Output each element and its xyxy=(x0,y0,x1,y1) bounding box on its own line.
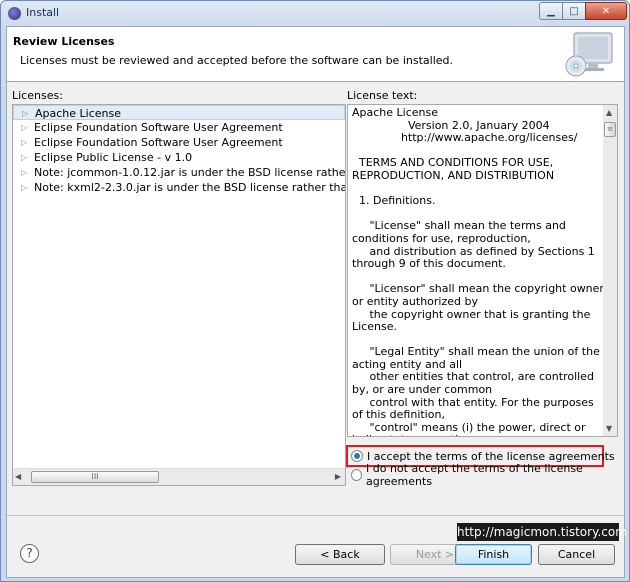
watermark-url: http://magicmon.tistory.com xyxy=(457,523,627,541)
license-tree-item[interactable]: ▷ Apache License xyxy=(13,105,345,120)
cancel-button[interactable]: Cancel xyxy=(538,544,615,565)
expand-triangle-icon[interactable]: ▷ xyxy=(21,135,27,150)
license-tree-item-label: Eclipse Foundation Software User Agreeme… xyxy=(34,121,283,134)
license-tree-item[interactable]: ▷ Eclipse Foundation Software User Agree… xyxy=(13,120,345,135)
license-tree-item[interactable]: ▷ Eclipse Foundation Software User Agree… xyxy=(13,135,345,150)
decline-radio-option[interactable]: I do not accept the terms of the license… xyxy=(351,462,624,488)
scroll-left-icon[interactable]: ◀ xyxy=(15,472,21,481)
license-tree[interactable]: ▷ Apache License ▷ Eclipse Foundation So… xyxy=(12,104,346,486)
licenses-label: Licenses: xyxy=(12,89,63,102)
page-title: Review Licenses xyxy=(13,35,115,48)
license-tree-item[interactable]: ▷ Note: jcommon-1.0.12.jar is under the … xyxy=(13,165,345,180)
eclipse-icon xyxy=(8,7,21,20)
scroll-down-icon[interactable]: ▼ xyxy=(606,424,612,433)
license-text-label: License text: xyxy=(347,89,418,102)
title-bar[interactable]: Install ▁ □ ✕ xyxy=(1,1,629,26)
license-tree-item[interactable]: ▷ Eclipse Public License - v 1.0 xyxy=(13,150,345,165)
maximize-button[interactable]: □ xyxy=(562,2,586,20)
close-button[interactable]: ✕ xyxy=(585,2,627,20)
license-tree-item-label: Note: jcommon-1.0.12.jar is under the BS… xyxy=(34,166,345,179)
maximize-icon: □ xyxy=(569,5,579,17)
scroll-up-icon[interactable]: ▲ xyxy=(606,108,612,117)
decline-radio[interactable] xyxy=(351,469,363,481)
wizard-header: Review Licenses Licenses must be reviewe… xyxy=(7,27,624,82)
license-tree-item-label: Eclipse Public License - v 1.0 xyxy=(34,151,193,164)
expand-triangle-icon[interactable]: ▷ xyxy=(21,120,27,135)
license-tree-item-label: Eclipse Foundation Software User Agreeme… xyxy=(34,136,283,149)
footer-divider xyxy=(7,515,624,516)
license-text-body: Apache License Version 2.0, January 2004… xyxy=(352,106,604,436)
scroll-thumb[interactable]: III xyxy=(31,471,159,483)
expand-triangle-icon[interactable]: ▷ xyxy=(21,180,27,195)
expand-triangle-icon[interactable]: ▷ xyxy=(21,150,27,165)
license-tree-item-label: Apache License xyxy=(35,107,122,120)
minimize-icon: ▁ xyxy=(547,5,555,17)
expand-triangle-icon[interactable]: ▷ xyxy=(22,106,28,119)
scroll-thumb[interactable]: ≡ xyxy=(604,122,616,137)
dialog-body: Review Licenses Licenses must be reviewe… xyxy=(6,26,627,578)
window-title: Install xyxy=(26,6,60,19)
help-icon[interactable]: ? xyxy=(20,544,39,563)
accept-radio[interactable] xyxy=(351,450,363,462)
finish-button[interactable]: Finish xyxy=(455,544,532,565)
decline-radio-label: I do not accept the terms of the license… xyxy=(366,462,583,488)
close-icon: ✕ xyxy=(601,5,611,17)
minimize-button[interactable]: ▁ xyxy=(539,2,563,20)
license-tree-item[interactable]: ▷ Note: kxml2-2.3.0.jar is under the BSD… xyxy=(13,180,345,195)
accept-radio-label: I accept the terms of the license agreem… xyxy=(367,449,615,463)
license-text-area[interactable]: Apache License Version 2.0, January 2004… xyxy=(347,104,618,437)
vertical-scrollbar[interactable]: ▲ ≡ ▼ xyxy=(603,105,617,436)
license-tree-item-label: Note: kxml2-2.3.0.jar is under the BSD l… xyxy=(34,181,345,194)
scroll-right-icon[interactable]: ▶ xyxy=(335,472,341,481)
monitor-cd-icon xyxy=(565,32,613,77)
page-subtitle: Licenses must be reviewed and accepted b… xyxy=(20,54,453,67)
install-window: Install ▁ □ ✕ Review Licenses Licenses m… xyxy=(0,0,630,582)
expand-triangle-icon[interactable]: ▷ xyxy=(21,165,27,180)
horizontal-scrollbar[interactable]: ◀ III ▶ xyxy=(13,468,345,485)
back-button[interactable]: < Back xyxy=(295,544,385,565)
